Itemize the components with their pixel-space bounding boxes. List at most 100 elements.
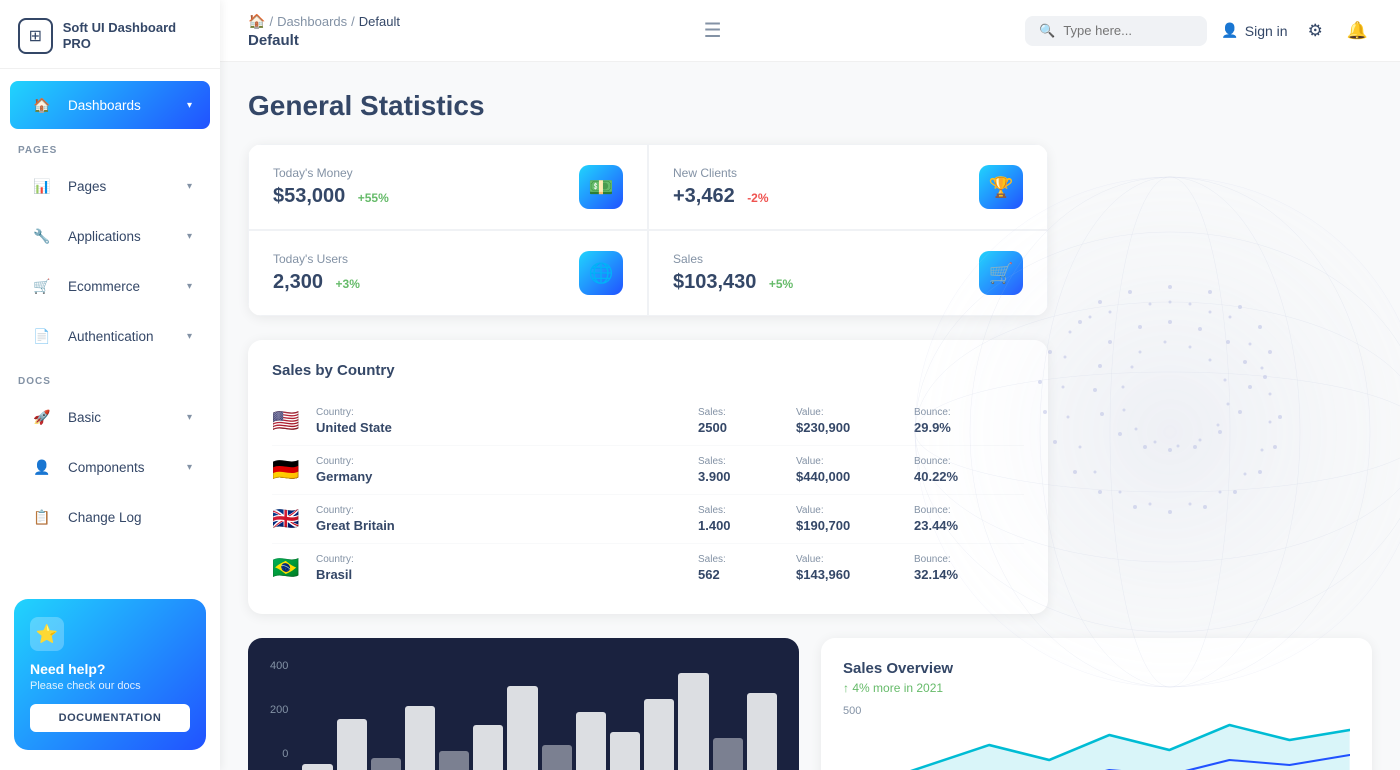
stat-card-clients: New Clients +3,462 -2% 🏆 <box>648 144 1048 230</box>
sidebar-item-changelog[interactable]: 📋 Change Log <box>10 493 210 541</box>
sidebar-item-components[interactable]: 👤 Components ▾ <box>10 443 210 491</box>
logo-text: Soft UI Dashboard PRO <box>63 20 202 51</box>
bar-12 <box>678 673 708 770</box>
sidebar-label-components: Components <box>68 460 175 475</box>
help-star-icon: ⭐ <box>30 617 64 651</box>
bar-chart-card: 400 200 0 <box>248 638 799 770</box>
bar-1 <box>302 764 332 770</box>
bar-5 <box>439 751 469 770</box>
search-input[interactable] <box>1063 23 1193 38</box>
notifications-button[interactable]: 🔔 <box>1343 17 1372 45</box>
sidebar-item-authentication[interactable]: 📄 Authentication ▾ <box>10 312 210 360</box>
hamburger-icon: ☰ <box>704 18 722 43</box>
page-title: General Statistics <box>248 90 1372 122</box>
bar-6 <box>473 725 503 770</box>
sidebar: ⊞ Soft UI Dashboard PRO 🏠 Dashboards ▾ P… <box>0 0 220 770</box>
country-row-br: 🇧🇷 Country: Brasil Sales: 562 Value: $14… <box>272 544 1024 592</box>
signin-button[interactable]: 👤 Sign in <box>1221 22 1287 39</box>
stat-users-row: 2,300 +3% <box>273 271 360 294</box>
stat-money-label: Today's Money <box>273 166 389 180</box>
bar-7 <box>507 686 537 770</box>
trend-up-icon: ↑ <box>843 681 849 695</box>
stat-sales-label: Sales <box>673 252 793 266</box>
value-br-col: Value: $143,960 <box>796 554 906 582</box>
value-de-col: Value: $440,000 <box>796 456 906 484</box>
chevron-down-icon: ▾ <box>187 100 192 111</box>
sales-gb-col: Sales: 1.400 <box>698 505 788 533</box>
bottom-charts: 400 200 0 <box>248 638 1372 770</box>
bar-8 <box>542 745 572 770</box>
topbar-right: 🔍 👤 Sign in ⚙ 🔔 <box>1025 16 1372 46</box>
bar-chart-bars <box>302 660 777 770</box>
stat-sales-change: +5% <box>769 277 793 291</box>
bounce-de-col: Bounce: 40.22% <box>914 456 1024 484</box>
sidebar-label-applications: Applications <box>68 229 175 244</box>
chevron-down-icon: ▾ <box>187 462 192 473</box>
stat-users-label: Today's Users <box>273 252 360 266</box>
stat-sales-info: Sales $103,430 +5% <box>673 252 793 294</box>
dashboard-icon: 🏠 <box>28 91 56 119</box>
bounce-us-col: Bounce: 29.9% <box>914 407 1024 435</box>
line-chart-area <box>869 705 1350 770</box>
stat-clients-info: New Clients +3,462 -2% <box>673 166 769 208</box>
sales-us-col: Sales: 2500 <box>698 407 788 435</box>
main-area: 🏠 / Dashboards / Default Default ☰ 🔍 👤 S… <box>220 0 1400 770</box>
bar-4 <box>405 706 435 770</box>
search-box[interactable]: 🔍 <box>1025 16 1207 46</box>
stat-money-info: Today's Money $53,000 +55% <box>273 166 389 208</box>
bar-14 <box>747 693 777 770</box>
bounce-br-col: Bounce: 32.14% <box>914 554 1024 582</box>
breadcrumb-container: 🏠 / Dashboards / Default Default <box>248 13 400 49</box>
country-br-col: Country: Brasil <box>316 554 690 582</box>
chevron-down-icon: ▾ <box>187 281 192 292</box>
help-subtitle: Please check our docs <box>30 680 141 692</box>
sidebar-item-pages[interactable]: 📊 Pages ▾ <box>10 162 210 210</box>
flag-us: 🇺🇸 <box>272 408 308 434</box>
bar-11 <box>644 699 674 770</box>
stats-cards: Today's Money $53,000 +55% 💵 New Clients… <box>248 144 1048 316</box>
breadcrumb-sep-1: / <box>269 14 273 29</box>
user-icon: 👤 <box>1221 22 1238 39</box>
logo-icon: ⊞ <box>18 18 53 54</box>
value-us-col: Value: $230,900 <box>796 407 906 435</box>
country-de-col: Country: Germany <box>316 456 690 484</box>
stat-clients-change: -2% <box>747 191 768 205</box>
settings-button[interactable]: ⚙ <box>1304 17 1327 45</box>
breadcrumb: 🏠 / Dashboards / Default <box>248 13 400 30</box>
sidebar-item-ecommerce[interactable]: 🛒 Ecommerce ▾ <box>10 262 210 310</box>
bounce-gb-col: Bounce: 23.44% <box>914 505 1024 533</box>
applications-icon: 🔧 <box>28 222 56 250</box>
sidebar-item-applications[interactable]: 🔧 Applications ▾ <box>10 212 210 260</box>
sales-by-country: Sales by Country 🇺🇸 Country: United Stat… <box>248 340 1048 614</box>
country-us-col: Country: United State <box>316 407 690 435</box>
auth-icon: 📄 <box>28 322 56 350</box>
docs-section-label: DOCS <box>0 362 220 391</box>
sidebar-label-changelog: Change Log <box>68 510 192 525</box>
bar-chart-y-labels: 400 200 0 <box>270 660 288 760</box>
sidebar-logo: ⊞ Soft UI Dashboard PRO <box>0 0 220 69</box>
sales-overview-subtitle: ↑ 4% more in 2021 <box>843 681 1350 695</box>
sidebar-item-basic[interactable]: 🚀 Basic ▾ <box>10 393 210 441</box>
money-icon: 💵 <box>579 165 623 209</box>
changelog-icon: 📋 <box>28 503 56 531</box>
chevron-down-icon: ▾ <box>187 412 192 423</box>
breadcrumb-current: Default <box>359 14 400 29</box>
sidebar-label-basic: Basic <box>68 410 175 425</box>
pages-icon: 📊 <box>28 172 56 200</box>
sidebar-item-dashboards[interactable]: 🏠 Dashboards ▾ <box>10 81 210 129</box>
documentation-button[interactable]: DOCUMENTATION <box>30 704 190 732</box>
sidebar-label-ecommerce: Ecommerce <box>68 279 175 294</box>
sidebar-label-auth: Authentication <box>68 329 175 344</box>
signin-label: Sign in <box>1245 23 1288 39</box>
pages-section-label: PAGES <box>0 131 220 160</box>
flag-gb: 🇬🇧 <box>272 506 308 532</box>
menu-toggle[interactable]: ☰ <box>704 18 722 43</box>
components-icon: 👤 <box>28 453 56 481</box>
flag-de: 🇩🇪 <box>272 457 308 483</box>
stat-users-change: +3% <box>336 277 360 291</box>
stat-card-users: Today's Users 2,300 +3% 🌐 <box>248 230 648 316</box>
sales-overview-chart: 500 400 <box>843 705 1350 770</box>
stat-users-value: 2,300 <box>273 271 323 293</box>
stat-users-info: Today's Users 2,300 +3% <box>273 252 360 294</box>
sales-de-col: Sales: 3.900 <box>698 456 788 484</box>
